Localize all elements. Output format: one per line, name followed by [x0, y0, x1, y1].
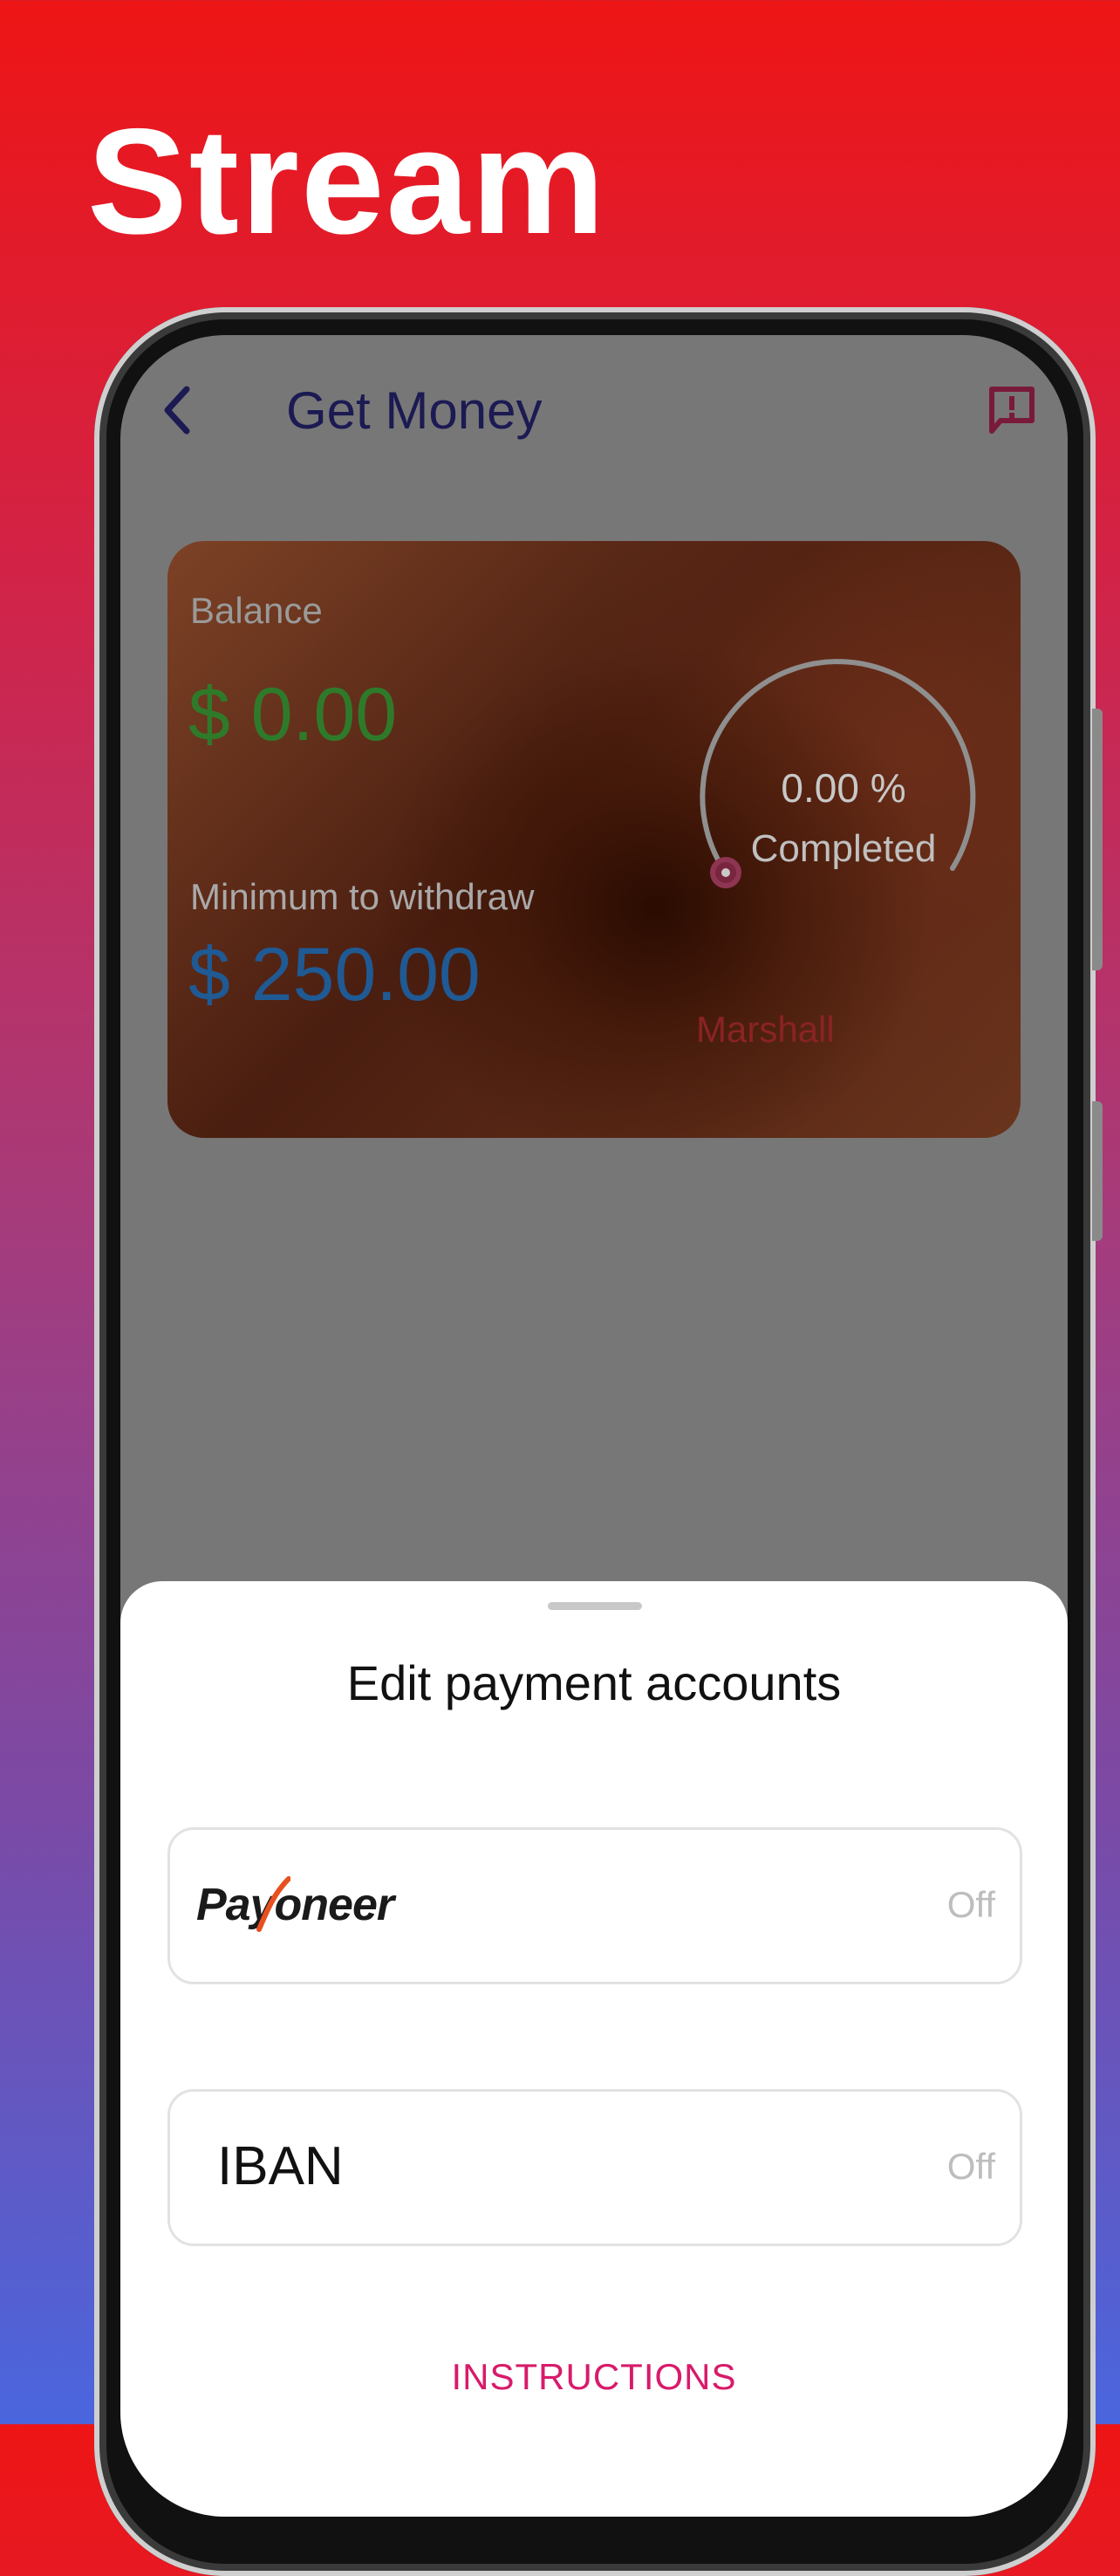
app-store-screenshot: { "promo": { "title": "Stream" }, "heade… — [0, 0, 1120, 2576]
phone-volume-button — [1092, 709, 1103, 970]
balance-card: Balance $ 0.00 Minimum to withdraw $ 250… — [167, 541, 1021, 1138]
back-button[interactable] — [152, 384, 204, 436]
payoneer-swoosh-icon — [256, 1876, 290, 1932]
progress-caption: Completed — [750, 827, 937, 870]
withdraw-progress-gauge: 0.00 % Completed — [700, 646, 987, 908]
iban-label: IBAN — [217, 2136, 344, 2196]
instructions-link[interactable]: INSTRUCTIONS — [120, 2356, 1068, 2398]
balance-label: Balance — [190, 590, 323, 631]
balance-value: $ 0.00 — [188, 673, 398, 757]
payoneer-label: Payoneer — [196, 1880, 394, 1930]
minimum-withdraw-label: Minimum to withdraw — [190, 876, 535, 917]
page-title: Get Money — [286, 381, 543, 440]
iban-account-option[interactable]: IBAN Off — [167, 2089, 1022, 2246]
minimum-withdraw-value: $ 250.00 — [188, 933, 481, 1017]
payoneer-account-option[interactable]: Payoneer Off — [167, 1827, 1022, 1984]
report-button[interactable] — [984, 382, 1040, 438]
report-feedback-icon — [989, 387, 1035, 434]
promo-title: Stream — [87, 98, 607, 265]
chevron-left-icon — [164, 386, 190, 435]
iban-status: Off — [946, 2146, 995, 2187]
payment-accounts-sheet: Edit payment accounts Payoneer Off IBAN … — [120, 1581, 1068, 2517]
phone-power-button — [1092, 1101, 1103, 1241]
sheet-drag-handle[interactable] — [548, 1602, 642, 1610]
payoneer-status: Off — [946, 1884, 995, 1925]
sheet-title: Edit payment accounts — [346, 1655, 842, 1710]
card-holder-name: Marshall — [696, 1009, 835, 1050]
payoneer-logo: Payoneer — [196, 1874, 394, 1943]
progress-percent: 0.00 % — [781, 765, 906, 811]
app-header: Get Money — [120, 335, 1068, 492]
phone-screen: Get Money Balance $ 0.00 Minimum to with… — [120, 335, 1068, 2517]
